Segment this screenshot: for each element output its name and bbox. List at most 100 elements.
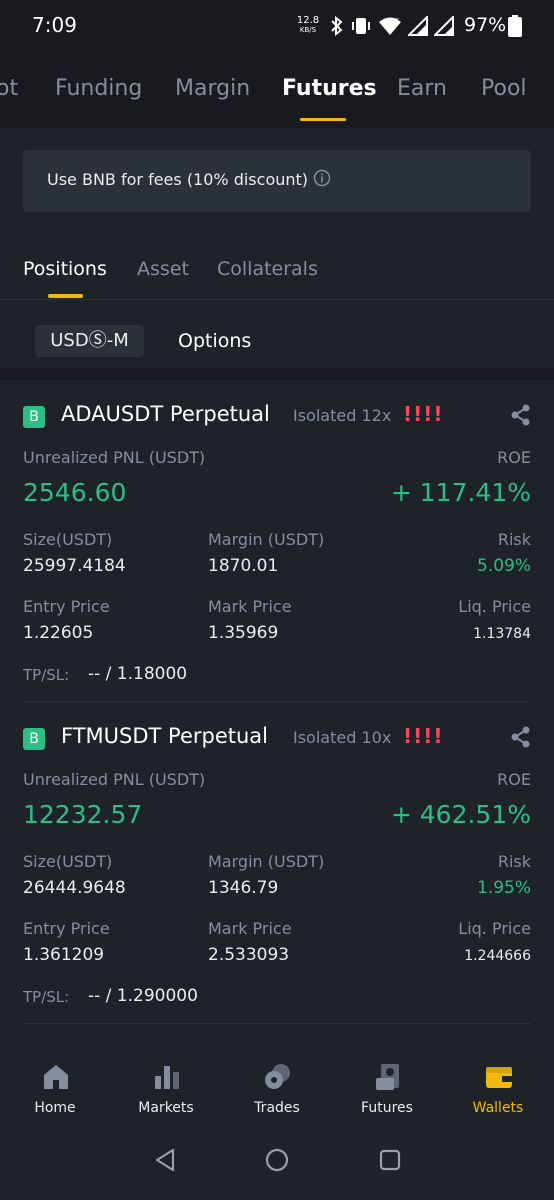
status-icons: x bbox=[330, 15, 454, 37]
active-tab-indicator bbox=[300, 118, 346, 121]
bnb-fee-text: Use BNB for fees (10% discount) bbox=[47, 170, 309, 189]
network-speed: 12.8 KB/S bbox=[296, 16, 320, 35]
share-icon[interactable] bbox=[510, 404, 532, 426]
tab-pool[interactable]: Pool bbox=[481, 76, 527, 101]
battery-percent: 97% bbox=[464, 14, 507, 36]
signal-icon bbox=[408, 16, 428, 36]
nav-futures-label: Futures bbox=[361, 1100, 413, 1116]
tab-spot[interactable]: ot bbox=[0, 76, 18, 101]
usds-m-chip[interactable]: USDⓈ-M bbox=[35, 325, 144, 357]
nav-trades-label: Trades bbox=[254, 1100, 300, 1116]
subtab-asset[interactable]: Asset bbox=[137, 258, 189, 280]
status-time: 7:09 bbox=[32, 13, 77, 37]
tab-earn[interactable]: Earn bbox=[397, 76, 447, 101]
mark-price-value: 2.533093 bbox=[208, 945, 290, 965]
nav-wallets[interactable]: Wallets bbox=[448, 1048, 548, 1130]
position-symbol[interactable]: FTMUSDT Perpetual bbox=[61, 724, 268, 748]
roe-value: + 117.41% bbox=[390, 478, 531, 507]
nav-home[interactable]: Home bbox=[5, 1048, 105, 1130]
subtab-collaterals[interactable]: Collaterals bbox=[217, 258, 318, 280]
margin-label: Margin (USDT) bbox=[208, 530, 325, 549]
position-card: B ADAUSDT Perpetual Isolated 12x !!!! Un… bbox=[0, 398, 554, 698]
share-icon[interactable] bbox=[510, 726, 532, 748]
wallet-icon bbox=[486, 1067, 512, 1088]
liq-price-value: 1.244666 bbox=[464, 948, 531, 964]
mark-price-label: Mark Price bbox=[208, 919, 292, 938]
bottom-nav: Home Markets Trades Futures Wallets bbox=[0, 1048, 554, 1130]
b-badge: B bbox=[23, 406, 45, 428]
info-icon[interactable] bbox=[313, 169, 331, 187]
tpsl-value[interactable]: -- / 1.18000 bbox=[88, 664, 187, 684]
battery-icon bbox=[508, 15, 522, 37]
mark-price-label: Mark Price bbox=[208, 597, 292, 616]
roe-label: ROE bbox=[497, 770, 531, 789]
trades-icon bbox=[265, 1064, 290, 1089]
tpsl-label: TP/SL: bbox=[23, 666, 70, 684]
tab-futures[interactable]: Futures bbox=[282, 76, 377, 101]
subtab-divider bbox=[0, 299, 554, 300]
subtab-positions[interactable]: Positions bbox=[23, 258, 107, 280]
margin-value: 1870.01 bbox=[208, 556, 279, 576]
futures-content: Use BNB for fees (10% discount) Position… bbox=[0, 128, 554, 1048]
risk-label: Risk bbox=[497, 530, 531, 549]
back-icon[interactable] bbox=[154, 1148, 176, 1172]
status-bar: 7:09 12.8 KB/S x 97% bbox=[0, 0, 554, 52]
bluetooth-icon bbox=[331, 16, 343, 36]
section-separator bbox=[0, 368, 554, 380]
risk-label: Risk bbox=[497, 852, 531, 871]
tab-margin[interactable]: Margin bbox=[175, 76, 250, 101]
position-mode[interactable]: Isolated 12x bbox=[293, 406, 391, 425]
options-chip[interactable]: Options bbox=[178, 330, 251, 352]
liq-price-value: 1.13784 bbox=[473, 626, 531, 642]
entry-price-value: 1.361209 bbox=[23, 945, 105, 965]
svg-text:x: x bbox=[395, 16, 399, 24]
margin-value: 1346.79 bbox=[208, 878, 279, 898]
roe-label: ROE bbox=[497, 448, 531, 467]
risk-value: 1.95% bbox=[476, 878, 531, 898]
entry-price-label: Entry Price bbox=[23, 597, 110, 616]
margin-label: Margin (USDT) bbox=[208, 852, 325, 871]
nav-wallets-label: Wallets bbox=[472, 1100, 524, 1116]
network-speed-unit: KB/S bbox=[299, 26, 317, 34]
position-divider bbox=[23, 701, 531, 702]
nav-markets[interactable]: Markets bbox=[116, 1048, 216, 1130]
nav-home-label: Home bbox=[34, 1100, 76, 1116]
home-button-icon[interactable] bbox=[265, 1148, 289, 1172]
subtab-indicator bbox=[48, 294, 83, 298]
bnb-fee-banner[interactable]: Use BNB for fees (10% discount) bbox=[23, 150, 531, 212]
pnl-label: Unrealized PNL (USDT) bbox=[23, 770, 206, 789]
recents-icon[interactable] bbox=[379, 1149, 401, 1171]
position-card: B FTMUSDT Perpetual Isolated 10x !!!! Un… bbox=[0, 720, 554, 1020]
size-value: 25997.4184 bbox=[23, 556, 126, 576]
pnl-value: 2546.60 bbox=[23, 478, 127, 507]
size-label: Size(USDT) bbox=[23, 852, 113, 871]
risk-warning: !!!! bbox=[403, 724, 444, 748]
position-mode[interactable]: Isolated 10x bbox=[293, 728, 391, 747]
liq-price-label: Liq. Price bbox=[458, 919, 531, 938]
signal-icon-2 bbox=[434, 16, 454, 36]
pnl-value: 12232.57 bbox=[23, 800, 143, 829]
system-nav-bar bbox=[0, 1130, 554, 1200]
entry-price-value: 1.22605 bbox=[23, 623, 94, 643]
size-label: Size(USDT) bbox=[23, 530, 113, 549]
markets-icon bbox=[155, 1066, 179, 1089]
roe-value: + 462.51% bbox=[390, 800, 531, 829]
tab-funding[interactable]: Funding bbox=[55, 76, 142, 101]
risk-warning: !!!! bbox=[403, 402, 444, 426]
nav-futures[interactable]: Futures bbox=[337, 1048, 437, 1130]
tpsl-label: TP/SL: bbox=[23, 988, 70, 1006]
size-value: 26444.9648 bbox=[23, 878, 126, 898]
entry-price-label: Entry Price bbox=[23, 919, 110, 938]
position-symbol[interactable]: ADAUSDT Perpetual bbox=[61, 402, 270, 426]
mark-price-value: 1.35969 bbox=[208, 623, 279, 643]
risk-value: 5.09% bbox=[476, 556, 531, 576]
home-icon bbox=[44, 1065, 68, 1089]
nav-trades[interactable]: Trades bbox=[227, 1048, 327, 1130]
b-badge: B bbox=[23, 728, 45, 750]
nav-markets-label: Markets bbox=[138, 1100, 194, 1116]
vibrate-icon bbox=[352, 18, 370, 34]
pnl-label: Unrealized PNL (USDT) bbox=[23, 448, 206, 467]
position-divider bbox=[23, 1023, 531, 1024]
tpsl-value[interactable]: -- / 1.290000 bbox=[88, 986, 198, 1006]
wifi-icon: x bbox=[379, 16, 401, 35]
